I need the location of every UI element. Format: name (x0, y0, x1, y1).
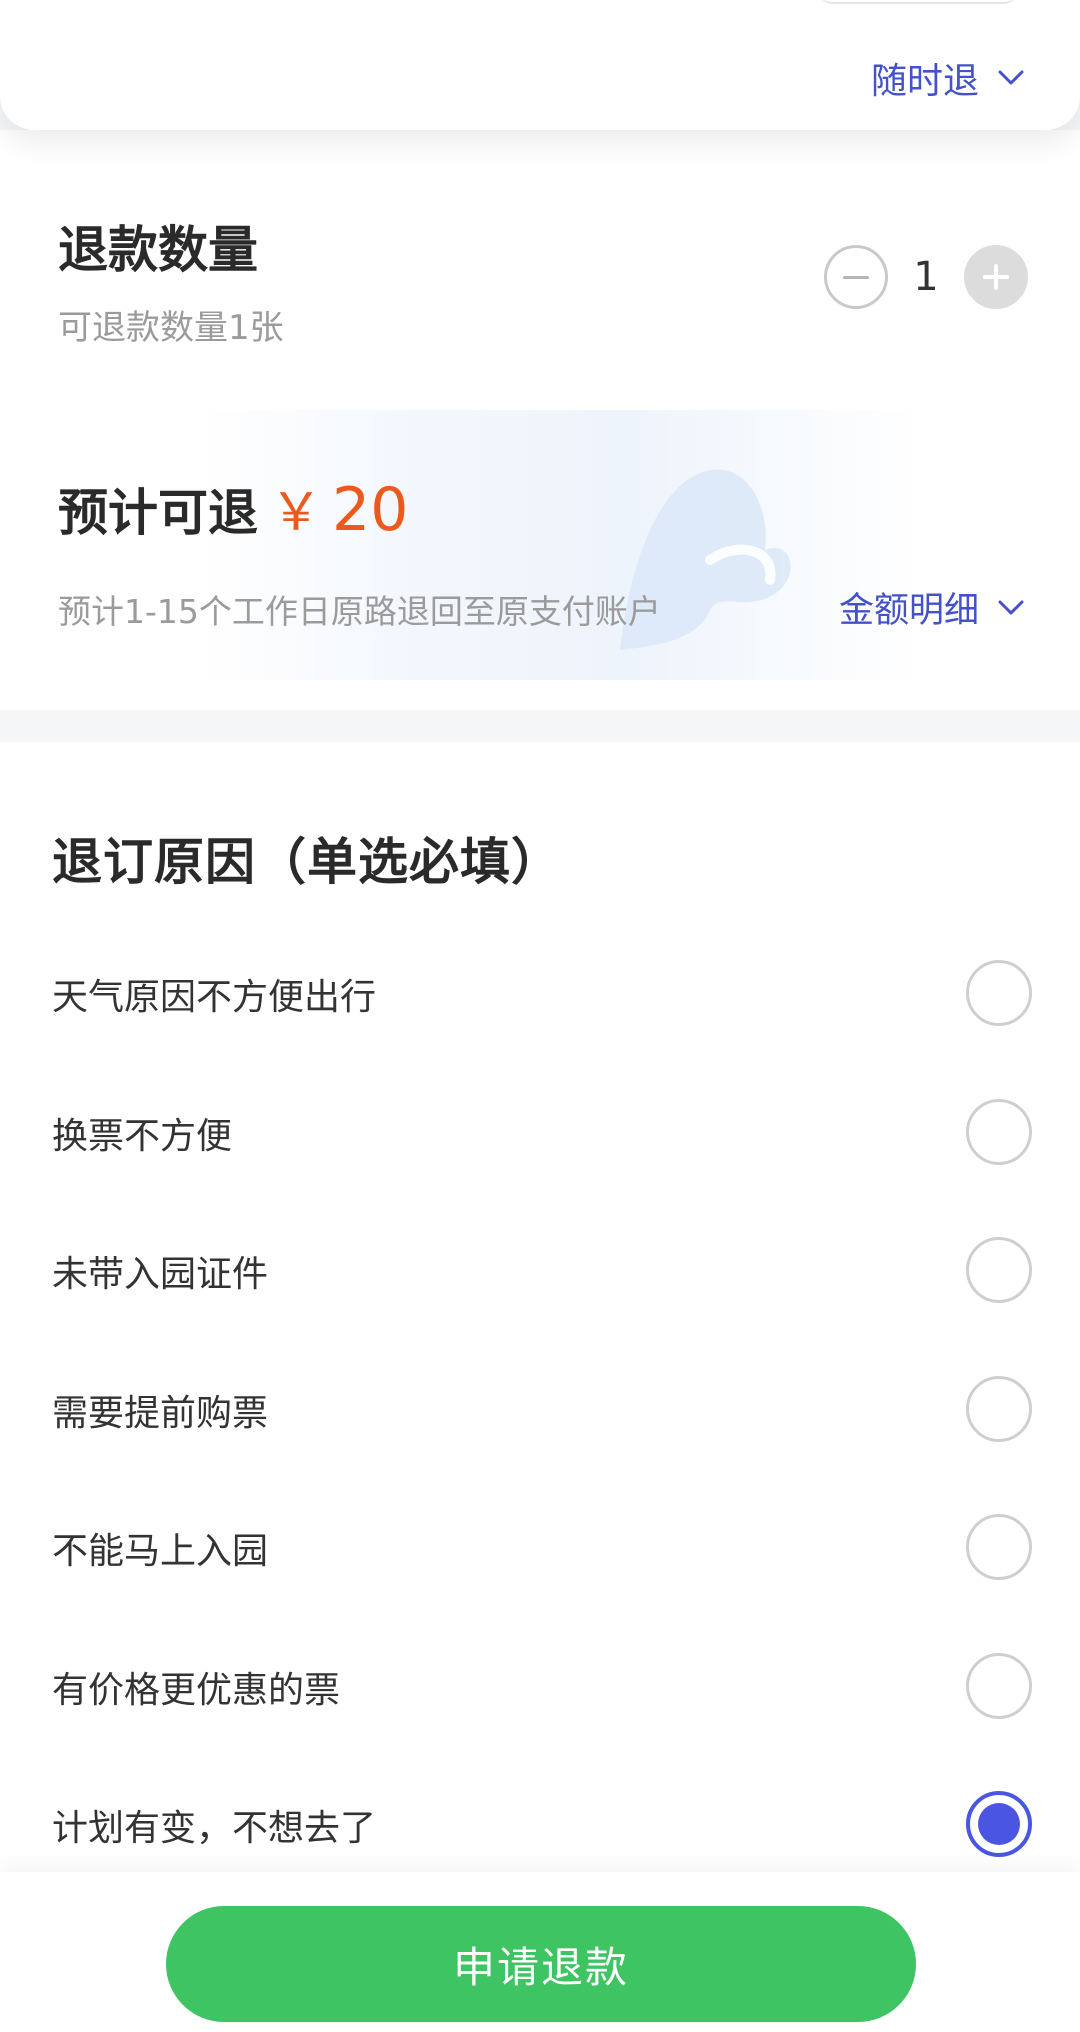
refund-estimate-background (200, 410, 920, 680)
refund-amount-value: 20 (332, 475, 409, 545)
quantity-stepper: 1 (824, 245, 1028, 309)
quantity-value: 1 (913, 254, 939, 300)
refund-reason-section: 退订原因（单选必填） 天气原因不方便出行 换票不方便 未带入园证件 需要提前购票… (0, 742, 1080, 1902)
reason-label: 有价格更优惠的票 (52, 1669, 341, 1711)
refund-estimate-title: 预计可退 ￥ 20 (58, 470, 408, 545)
reason-option[interactable]: 不能马上入园 (0, 1476, 1080, 1615)
reason-label: 需要提前购票 (52, 1392, 269, 1434)
chevron-down-icon (998, 70, 1024, 85)
card-top-edge (818, 0, 1018, 4)
bottom-action-bar: 申请退款 (0, 1872, 1080, 2032)
chevron-down-icon (998, 600, 1024, 614)
reason-option[interactable]: 需要提前购票 (0, 1338, 1080, 1477)
amount-details-toggle[interactable]: 金额明细 (839, 582, 1025, 633)
reason-option[interactable]: 有价格更优惠的票 (0, 1615, 1080, 1754)
radio-button[interactable] (966, 1652, 1032, 1719)
radio-button-selected[interactable] (966, 1791, 1032, 1857)
radio-button[interactable] (966, 960, 1032, 1026)
reason-label: 未带入园证件 (52, 1254, 269, 1295)
refund-quantity-subtitle: 可退款数量1张 (58, 308, 284, 348)
radio-button[interactable] (966, 1375, 1032, 1442)
reason-option[interactable]: 计划有变，不想去了 (0, 1753, 1080, 1892)
ticket-card: 随时退 (0, 0, 1080, 130)
reason-label: 不能马上入园 (52, 1531, 269, 1572)
refund-reason-list: 天气原因不方便出行 换票不方便 未带入园证件 需要提前购票 不能马上入园 有价格… (0, 922, 1080, 1892)
decrease-quantity-button[interactable] (824, 245, 888, 309)
increase-quantity-button[interactable] (964, 245, 1028, 309)
refund-quantity-title: 退款数量 (58, 221, 258, 279)
refund-amount: ￥ 20 (270, 470, 408, 545)
radio-button[interactable] (966, 1237, 1032, 1303)
refund-quantity-section: 退款数量 可退款数量1张 1 预计可退 ￥ 20 预计1-15个工作日原路退回至原… (0, 130, 1080, 710)
reason-option[interactable]: 未带入园证件 (0, 1199, 1080, 1338)
reason-option[interactable]: 换票不方便 (0, 1061, 1080, 1200)
refund-timeline-note: 预计1-15个工作日原路退回至原支付账户 (58, 592, 661, 631)
reason-option[interactable]: 天气原因不方便出行 (0, 922, 1080, 1061)
reason-label: 换票不方便 (52, 1115, 233, 1157)
radio-button[interactable] (966, 1514, 1032, 1580)
radio-button[interactable] (966, 1098, 1032, 1165)
refund-policy-label: 随时退 (870, 61, 979, 102)
refund-policy-toggle[interactable]: 随时退 (871, 52, 1025, 104)
refund-estimate-label: 预计可退 (58, 484, 258, 542)
reason-label: 计划有变，不想去了 (52, 1808, 377, 1849)
refund-reason-title: 退订原因（单选必填） (52, 833, 562, 891)
currency-symbol: ￥ (270, 483, 323, 543)
apply-refund-button[interactable]: 申请退款 (166, 1906, 916, 2022)
amount-details-label: 金额明细 (838, 591, 979, 631)
reason-label: 天气原因不方便出行 (52, 977, 377, 1018)
